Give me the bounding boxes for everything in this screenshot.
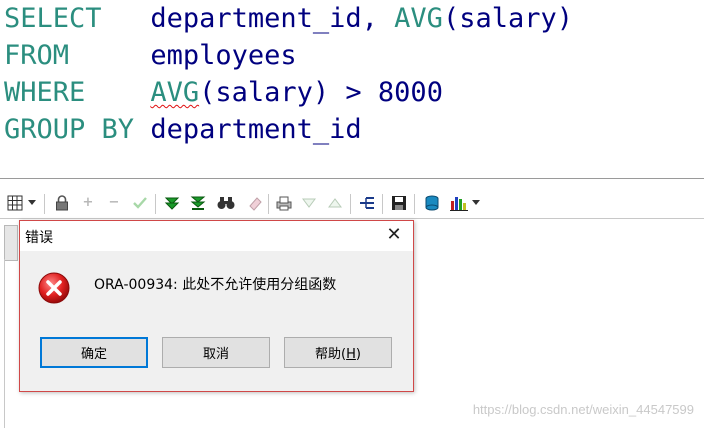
chart-icon[interactable]: [450, 194, 468, 212]
sql-line-2: FROM employees: [4, 37, 297, 74]
help-button-label: 帮助(H): [315, 343, 361, 362]
splitter[interactable]: [0, 178, 704, 179]
help-label-accelerator: H: [346, 347, 356, 362]
ok-button-label: 确定: [80, 347, 107, 362]
sql-function-error: AVG: [150, 77, 200, 108]
tree-icon[interactable]: [358, 194, 376, 212]
minus-icon[interactable]: −: [105, 194, 123, 212]
plus-icon[interactable]: +: [79, 194, 97, 212]
eraser-icon[interactable]: [246, 194, 264, 212]
cancel-button-label: 取消: [202, 347, 229, 362]
ok-button[interactable]: 确定: [40, 337, 148, 368]
row-indicator: [4, 225, 18, 261]
sql-number: 8000: [377, 77, 443, 108]
sql-editor[interactable]: SELECT department_id, AVG(salary) FROM e…: [0, 0, 704, 178]
sql-argument: (salary): [199, 77, 330, 108]
close-icon[interactable]: ✕: [383, 224, 405, 246]
check-icon[interactable]: [131, 194, 149, 212]
print-icon[interactable]: [275, 194, 293, 212]
sql-spacing: [134, 114, 150, 145]
toolbar-separator: [414, 194, 415, 214]
sql-line-3: WHERE AVG(salary) > 8000: [4, 74, 443, 111]
sql-function: AVG: [394, 3, 443, 34]
result-toolbar: + −: [0, 190, 704, 218]
triangle-down-icon[interactable]: [300, 194, 318, 212]
toolbar-separator: [268, 194, 269, 214]
help-label-prefix: 帮助(: [315, 347, 347, 362]
sql-keyword-where: WHERE: [4, 77, 86, 108]
cancel-button[interactable]: 取消: [162, 337, 270, 368]
sql-line-4: GROUP BY department_id: [4, 111, 362, 148]
fetch-last-icon[interactable]: [189, 194, 207, 212]
sql-operator: >: [329, 77, 378, 108]
dialog-titlebar[interactable]: 错误 ✕: [20, 221, 413, 251]
sql-line-1: SELECT department_id, AVG(salary): [4, 0, 573, 37]
sql-keyword-group-by: GROUP BY: [4, 114, 135, 145]
error-icon: [38, 272, 70, 304]
dropdown-arrow-icon[interactable]: [470, 194, 482, 212]
sql-column: department_id,: [150, 3, 395, 34]
toolbar-separator: [44, 194, 45, 214]
grid-line: [4, 259, 5, 428]
watermark: https://blog.csdn.net/weixin_44547599: [472, 402, 694, 417]
sql-spacing: [69, 40, 150, 71]
dialog-body: ORA-00934: 此处不允许使用分组函数 确定 取消 帮助(H): [20, 251, 413, 391]
dropdown-arrow-icon[interactable]: [26, 194, 38, 212]
sql-spacing: [102, 3, 151, 34]
sql-column: department_id: [150, 114, 362, 145]
error-dialog: 错误 ✕ ORA-00934: 此处不允许使用分组函数 确定 取消 帮助(H): [19, 220, 414, 392]
sql-keyword-from: FROM: [4, 40, 70, 71]
sql-table: employees: [150, 40, 297, 71]
triangle-up-icon[interactable]: [326, 194, 344, 212]
toolbar-separator: [155, 194, 156, 214]
grid-icon[interactable]: [6, 194, 24, 212]
sql-spacing: [85, 77, 150, 108]
sql-keyword-select: SELECT: [4, 3, 102, 34]
error-message: ORA-00934: 此处不允许使用分组函数: [94, 277, 337, 293]
sql-argument: (salary): [442, 3, 573, 34]
database-icon[interactable]: [423, 194, 441, 212]
save-icon[interactable]: [390, 194, 408, 212]
dialog-title: 错误: [25, 230, 53, 246]
lock-icon[interactable]: [53, 194, 71, 212]
help-button[interactable]: 帮助(H): [284, 337, 392, 368]
fetch-next-icon[interactable]: [163, 194, 181, 212]
toolbar-separator: [382, 194, 383, 214]
toolbar-separator: [350, 194, 351, 214]
help-label-suffix: ): [355, 347, 361, 362]
binoculars-icon[interactable]: [217, 194, 235, 212]
